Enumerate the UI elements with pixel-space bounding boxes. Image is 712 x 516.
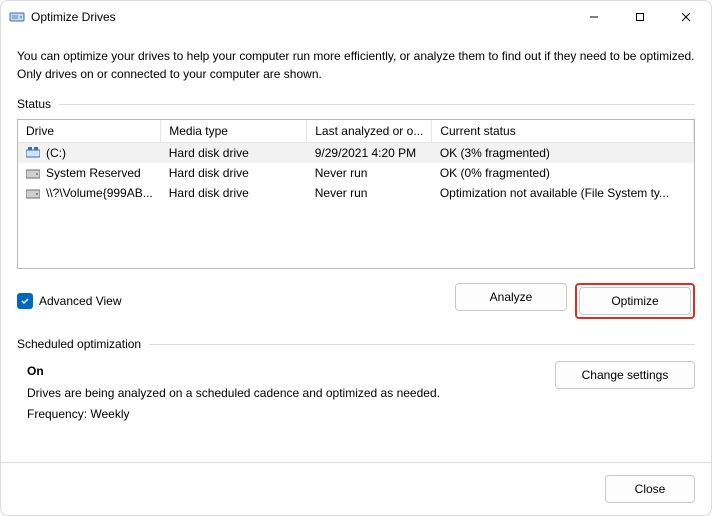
- drive-media: Hard disk drive: [161, 183, 307, 203]
- advanced-view-checkbox[interactable]: [17, 293, 33, 309]
- table-row[interactable]: System Reserved Hard disk drive Never ru…: [18, 163, 694, 183]
- sched-grid: On Drives are being analyzed on a schedu…: [17, 361, 695, 426]
- drive-last: 9/29/2021 4:20 PM: [307, 143, 432, 164]
- col-media[interactable]: Media type: [161, 120, 307, 143]
- titlebar: Optimize Drives: [1, 1, 711, 33]
- drive-media: Hard disk drive: [161, 163, 307, 183]
- sched-freq: Frequency: Weekly: [27, 404, 555, 426]
- sched-label: Scheduled optimization: [17, 337, 149, 351]
- intro-text: You can optimize your drives to help you…: [17, 47, 695, 83]
- divider: [149, 344, 695, 345]
- footer: Close: [1, 462, 711, 515]
- close-button[interactable]: Close: [605, 475, 695, 503]
- drives-table[interactable]: Drive Media type Last analyzed or o... C…: [18, 120, 694, 203]
- sched-desc: Drives are being analyzed on a scheduled…: [27, 383, 555, 405]
- drive-name: System Reserved: [46, 166, 141, 180]
- analyze-button[interactable]: Analyze: [455, 283, 567, 311]
- window-title: Optimize Drives: [31, 10, 571, 24]
- change-settings-button[interactable]: Change settings: [555, 361, 695, 389]
- hdd-icon: [26, 188, 40, 198]
- drive-name: \\?\Volume{999AB...: [46, 186, 153, 200]
- windows-drive-icon: [26, 147, 40, 159]
- col-status[interactable]: Current status: [432, 120, 694, 143]
- sched-section-label: Scheduled optimization: [17, 337, 695, 351]
- drive-media: Hard disk drive: [161, 143, 307, 164]
- col-last[interactable]: Last analyzed or o...: [307, 120, 432, 143]
- advanced-view-label: Advanced View: [39, 294, 122, 308]
- drive-status: OK (3% fragmented): [432, 143, 694, 164]
- actions-row: Advanced View Analyze Optimize: [17, 283, 695, 319]
- status-section-label: Status: [17, 97, 695, 111]
- table-header-row: Drive Media type Last analyzed or o... C…: [18, 120, 694, 143]
- close-window-button[interactable]: [663, 2, 709, 32]
- drive-name: (C:): [46, 146, 66, 160]
- drive-status: Optimization not available (File System …: [432, 183, 694, 203]
- sched-state: On: [27, 361, 555, 383]
- status-label: Status: [17, 97, 59, 111]
- drive-last: Never run: [307, 163, 432, 183]
- optimize-highlight: Optimize: [575, 283, 695, 319]
- drive-last: Never run: [307, 183, 432, 203]
- table-row[interactable]: \\?\Volume{999AB... Hard disk drive Neve…: [18, 183, 694, 203]
- app-icon: [9, 9, 25, 25]
- maximize-button[interactable]: [617, 2, 663, 32]
- col-drive[interactable]: Drive: [18, 120, 161, 143]
- table-row[interactable]: (C:) Hard disk drive 9/29/2021 4:20 PM O…: [18, 143, 694, 164]
- body: You can optimize your drives to help you…: [1, 33, 711, 462]
- drive-status: OK (0% fragmented): [432, 163, 694, 183]
- minimize-button[interactable]: [571, 2, 617, 32]
- optimize-button[interactable]: Optimize: [579, 287, 691, 315]
- hdd-icon: [26, 168, 40, 178]
- drives-table-wrap: Drive Media type Last analyzed or o... C…: [17, 119, 695, 269]
- optimize-drives-window: Optimize Drives You can optimize your dr…: [0, 0, 712, 516]
- divider: [59, 104, 695, 105]
